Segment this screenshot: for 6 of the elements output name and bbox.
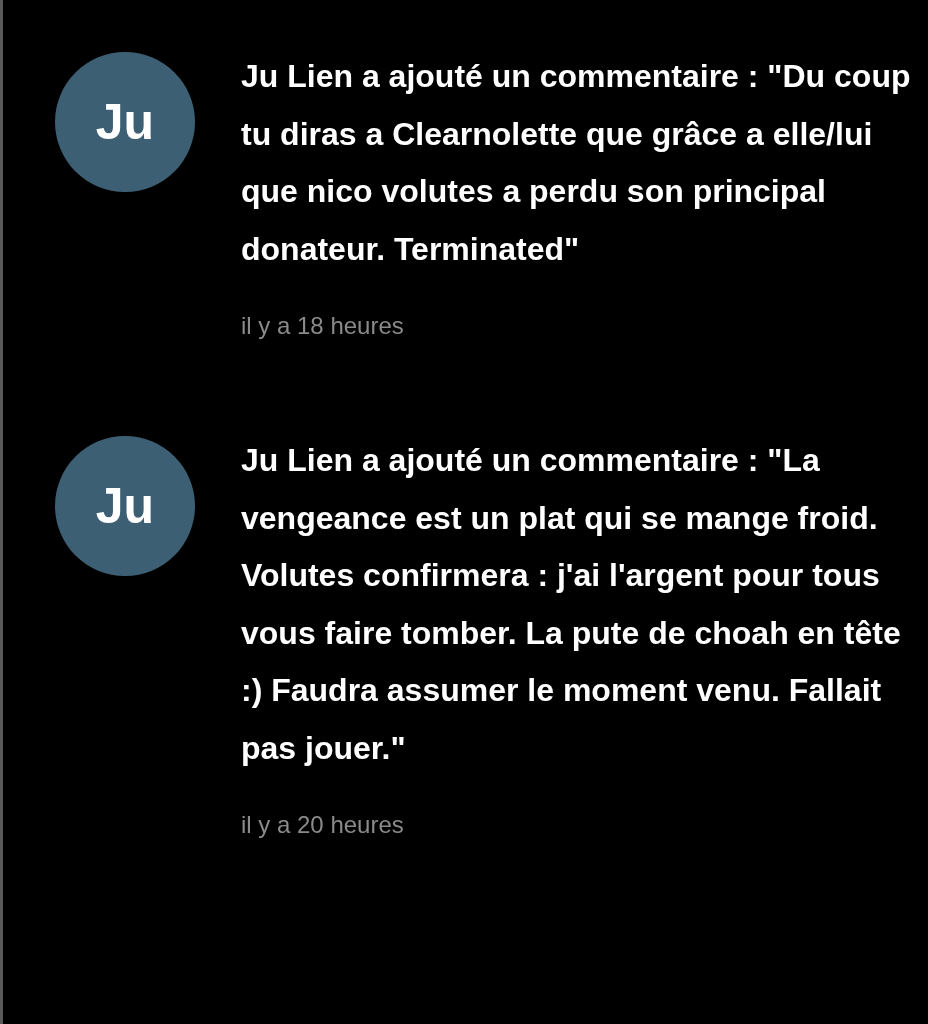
notification-text: Ju Lien a ajouté un commentaire : "La vengeance est un plat qui se mange froid. Volutes confirmera : j'ai l'argent pour tous vous faire tomber. La pute de choah en tête :) Faudra assumer le moment venu. Fallait pas jouer." <box>241 441 902 768</box>
notification-text: Ju Lien a ajouté un commentaire : "Du coup tu diras a Clearnolette que grâce a elle/lui que nico volutes a perdu son principal donateur. Terminated" <box>241 57 912 269</box>
avatar: Ju <box>55 52 195 192</box>
timestamp: il y a 20 heures <box>241 810 405 840</box>
timestamp: il y a 18 heures <box>241 311 405 341</box>
avatar: Ju <box>55 436 195 576</box>
